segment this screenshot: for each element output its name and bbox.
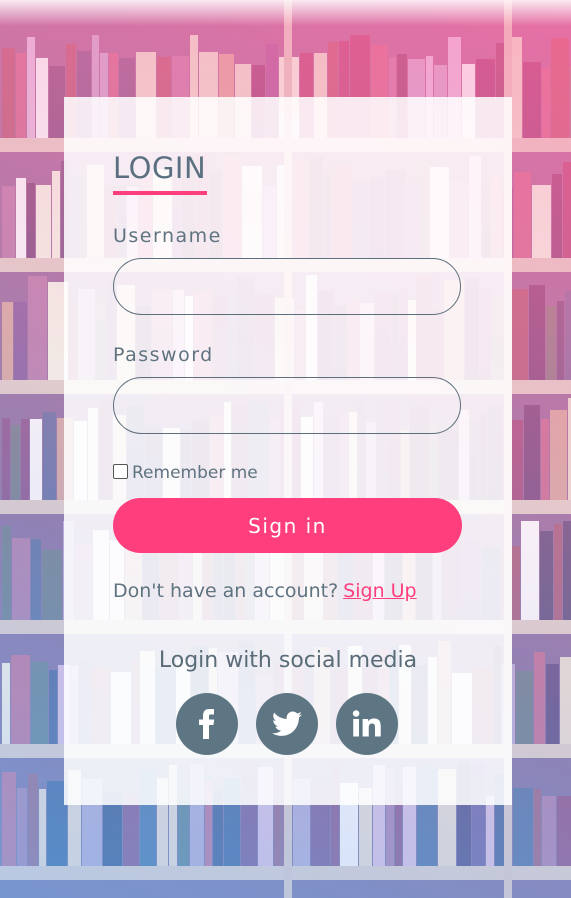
no-account-text: Don't have an account?: [113, 580, 339, 602]
linkedin-button[interactable]: [336, 693, 398, 755]
social-login-title: Login with social media: [158, 648, 418, 673]
signup-prompt: Don't have an account? Sign Up: [113, 580, 417, 602]
linkedin-icon: [352, 710, 381, 737]
facebook-icon: [199, 709, 215, 739]
facebook-button[interactable]: [176, 693, 238, 755]
background-top-fade: [0, 0, 571, 26]
remember-me-checkbox[interactable]: [113, 463, 128, 479]
twitter-icon: [272, 711, 302, 736]
remember-me-label[interactable]: Remember me: [132, 463, 258, 483]
login-card: LOGIN Username Password Remember me Sign…: [64, 97, 512, 805]
sign-in-button[interactable]: Sign in: [113, 498, 462, 553]
twitter-button[interactable]: [256, 693, 318, 755]
title-underline: [113, 191, 207, 195]
login-title: LOGIN: [113, 151, 207, 185]
remember-me-row: Remember me: [113, 461, 258, 483]
password-input[interactable]: [113, 377, 461, 434]
social-buttons: [176, 693, 398, 755]
password-label: Password: [113, 344, 214, 366]
username-input[interactable]: [113, 258, 461, 315]
username-label: Username: [113, 225, 222, 247]
sign-up-link[interactable]: Sign Up: [343, 580, 416, 602]
